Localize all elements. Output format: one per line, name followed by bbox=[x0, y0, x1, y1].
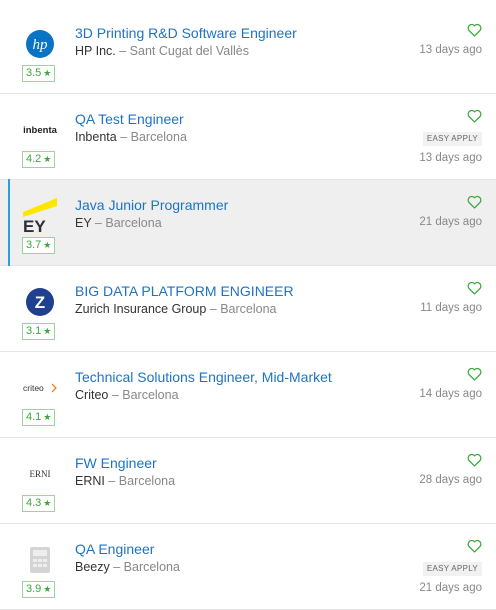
company-name: HP Inc. bbox=[75, 44, 116, 58]
separator: – bbox=[104, 474, 119, 488]
svg-text:inbenta: inbenta bbox=[23, 125, 57, 136]
separator: – bbox=[109, 560, 124, 574]
job-title-link[interactable]: QA Test Engineer bbox=[75, 111, 184, 127]
save-job-heart-icon[interactable] bbox=[467, 367, 482, 381]
separator: – bbox=[91, 216, 106, 230]
rating-badge: 4.3 ★ bbox=[22, 495, 55, 512]
job-list: hp 3.5 ★ 3D Printing R&D Software Engineer H… bbox=[0, 8, 496, 610]
job-location: Barcelona bbox=[123, 560, 180, 574]
star-icon: ★ bbox=[43, 412, 52, 422]
company-logo[interactable]: ERNI bbox=[22, 456, 58, 492]
job-location: Sant Cugat del Vallès bbox=[129, 44, 249, 58]
company-name: Zurich Insurance Group bbox=[75, 302, 207, 316]
job-listing[interactable]: EY 3.7 ★ Java Junior Programmer EY – Barcelo… bbox=[0, 179, 496, 266]
job-employer-line: EY – Barcelona bbox=[75, 216, 162, 230]
company-logo[interactable] bbox=[22, 542, 58, 578]
job-listing[interactable]: inbenta 4.2 ★ QA Test Engineer Inbenta – Bar… bbox=[0, 94, 496, 180]
rating-badge: 4.2 ★ bbox=[22, 151, 55, 168]
svg-text:criteo: criteo bbox=[23, 383, 44, 393]
job-location: Barcelona bbox=[118, 474, 176, 488]
rating-badge: 3.1 ★ bbox=[22, 323, 55, 340]
job-title-link[interactable]: QA Engineer bbox=[75, 541, 154, 557]
save-job-heart-icon[interactable] bbox=[467, 195, 482, 209]
posted-date: 11 days ago bbox=[420, 302, 482, 314]
company-logo[interactable]: criteo bbox=[22, 370, 58, 406]
star-icon: ★ bbox=[43, 68, 52, 78]
posted-date: 21 days ago bbox=[419, 216, 482, 228]
rating-value: 3.1 bbox=[26, 325, 42, 337]
job-location: Barcelona bbox=[130, 130, 187, 144]
separator: – bbox=[206, 302, 221, 316]
company-name: Criteo bbox=[75, 388, 109, 402]
job-title-link[interactable]: 3D Printing R&D Software Engineer bbox=[75, 25, 297, 41]
posted-date: 13 days ago bbox=[419, 44, 482, 56]
job-listing[interactable]: criteo 4.1 ★ Technical Solutions Engineer, … bbox=[0, 352, 496, 438]
svg-text:ERNI: ERNI bbox=[30, 469, 51, 479]
save-job-heart-icon[interactable] bbox=[467, 23, 482, 37]
company-logo[interactable]: hp bbox=[22, 26, 58, 62]
job-employer-line: Zurich Insurance Group – Barcelona bbox=[75, 302, 277, 316]
rating-badge: 3.7 ★ bbox=[22, 237, 55, 254]
rating-value: 3.7 bbox=[26, 239, 42, 251]
star-icon: ★ bbox=[43, 154, 52, 164]
job-listing[interactable]: ERNI 4.3 ★ FW Engineer ERNI – Barcelona 28 da… bbox=[0, 438, 496, 524]
company-name: ERNI bbox=[75, 474, 105, 488]
posted-date: 28 days ago bbox=[419, 474, 482, 486]
rating-value: 4.1 bbox=[26, 411, 42, 423]
job-employer-line: HP Inc. – Sant Cugat del Vallès bbox=[75, 44, 249, 58]
posted-date: 21 days ago bbox=[419, 582, 482, 594]
svg-text:Z: Z bbox=[35, 293, 45, 312]
separator: – bbox=[115, 44, 130, 58]
star-icon: ★ bbox=[43, 498, 52, 508]
company-name: Inbenta bbox=[75, 130, 117, 144]
company-logo[interactable]: EY bbox=[22, 198, 58, 234]
rating-badge: 4.1 ★ bbox=[22, 409, 55, 426]
rating-value: 3.5 bbox=[26, 67, 42, 79]
star-icon: ★ bbox=[43, 326, 52, 336]
easy-apply-badge: EASY APPLY bbox=[422, 562, 482, 576]
rating-badge: 3.9 ★ bbox=[22, 581, 55, 598]
star-icon: ★ bbox=[43, 584, 52, 594]
company-logo[interactable]: inbenta bbox=[22, 112, 58, 148]
job-location: Barcelona bbox=[105, 216, 162, 230]
job-title-link[interactable]: Technical Solutions Engineer, Mid-Market bbox=[75, 369, 332, 385]
save-job-heart-icon[interactable] bbox=[467, 539, 482, 553]
posted-date: 13 days ago bbox=[419, 152, 482, 164]
svg-text:hp: hp bbox=[33, 37, 49, 53]
job-location: Barcelona bbox=[220, 302, 277, 316]
rating-value: 4.3 bbox=[26, 497, 42, 509]
save-job-heart-icon[interactable] bbox=[467, 281, 482, 295]
svg-text:EY: EY bbox=[23, 217, 46, 234]
save-job-heart-icon[interactable] bbox=[467, 453, 482, 467]
job-employer-line: Criteo – Barcelona bbox=[75, 388, 179, 402]
job-listing[interactable]: Z 3.1 ★ BIG DATA PLATFORM ENGINEER Zurich In… bbox=[0, 266, 496, 352]
company-name: EY bbox=[75, 216, 92, 230]
save-job-heart-icon[interactable] bbox=[467, 109, 482, 123]
star-icon: ★ bbox=[43, 240, 52, 250]
job-location: Barcelona bbox=[122, 388, 179, 402]
posted-date: 14 days ago bbox=[419, 388, 482, 400]
company-name: Beezy bbox=[75, 560, 110, 574]
separator: – bbox=[108, 388, 123, 402]
job-listing[interactable]: hp 3.5 ★ 3D Printing R&D Software Engineer H… bbox=[0, 8, 496, 94]
separator: – bbox=[116, 130, 131, 144]
job-title-link[interactable]: BIG DATA PLATFORM ENGINEER bbox=[75, 283, 294, 299]
rating-value: 4.2 bbox=[26, 153, 42, 165]
rating-value: 3.9 bbox=[26, 583, 42, 595]
job-employer-line: ERNI – Barcelona bbox=[75, 474, 175, 488]
company-logo[interactable]: Z bbox=[22, 284, 58, 320]
easy-apply-badge: EASY APPLY bbox=[422, 132, 482, 146]
job-employer-line: Inbenta – Barcelona bbox=[75, 130, 187, 144]
job-listing[interactable]: 3.9 ★ QA Engineer Beezy – Barcelona EASY APP… bbox=[0, 524, 496, 610]
job-title-link[interactable]: FW Engineer bbox=[75, 455, 157, 471]
rating-badge: 3.5 ★ bbox=[22, 65, 55, 82]
job-title-link[interactable]: Java Junior Programmer bbox=[75, 197, 228, 213]
job-employer-line: Beezy – Barcelona bbox=[75, 560, 180, 574]
